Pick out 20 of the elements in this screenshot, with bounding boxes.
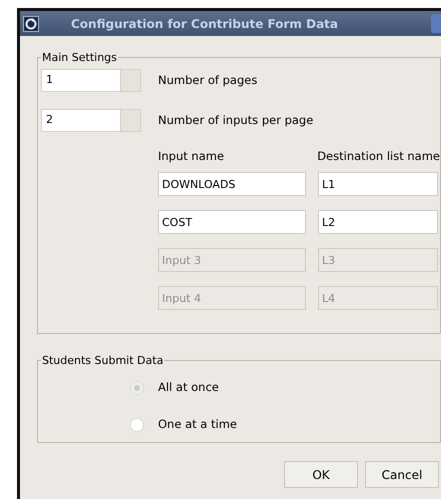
group-label: Main Settings — [41, 50, 118, 66]
field-label: Number of inputs per page — [158, 112, 314, 129]
app-icon — [23, 16, 39, 32]
ok-button[interactable]: OK — [284, 461, 358, 488]
column-header: Destination list name — [317, 148, 440, 165]
column-header: Input name — [158, 148, 226, 165]
cancel-button[interactable]: Cancel — [365, 461, 439, 488]
input-name-field[interactable]: COST — [158, 210, 306, 234]
spinner-field[interactable]: 2 — [41, 109, 141, 132]
spinner-field[interactable]: 1 — [41, 69, 141, 92]
option-label: One at a time — [158, 416, 237, 434]
radio-button[interactable] — [130, 380, 144, 395]
list-name-field[interactable]: L1 — [318, 172, 438, 196]
list-name-field[interactable]: L2 — [318, 210, 438, 234]
window-title: Configuration for Contribute Form Data — [71, 16, 338, 32]
input-name-field[interactable]: DOWNLOADS — [158, 172, 306, 196]
window-button[interactable] — [431, 14, 441, 33]
radio-button[interactable] — [130, 418, 144, 432]
option-label: All at once — [158, 379, 219, 396]
field-label: Number of pages — [158, 72, 258, 89]
